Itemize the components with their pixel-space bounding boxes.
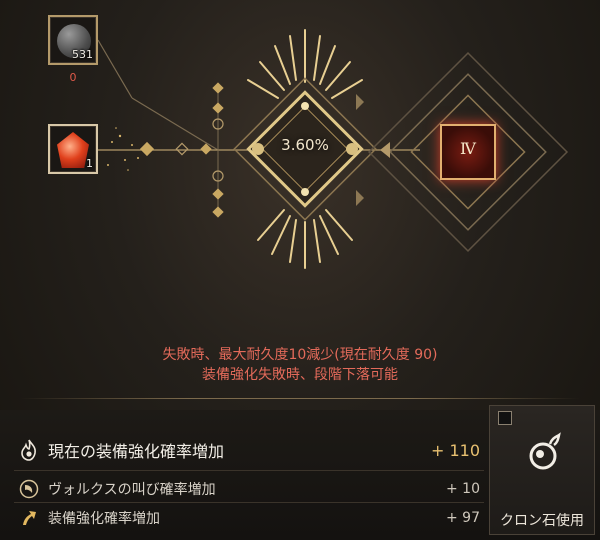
red-crystal-count: 1	[86, 157, 93, 170]
bonus-valks-label: ヴォルクスの叫び確率増加	[48, 482, 216, 498]
divider	[20, 398, 580, 399]
cron-stone-icon	[526, 432, 562, 472]
bonus-enhance-value: + 97	[446, 510, 480, 526]
flame-icon	[18, 439, 40, 461]
divider	[14, 470, 484, 471]
bonus-main-value: + 110	[430, 440, 480, 460]
black-stone-count: 531	[72, 48, 93, 61]
stone-requirement: 0	[69, 71, 77, 84]
bonus-row-enhance: 装備強化確率増加 + 97	[18, 506, 480, 530]
cron-stone-button[interactable]: クロン石使用	[489, 405, 595, 535]
bonus-row-main: 現在の装備強化確率増加 + 110	[18, 437, 480, 463]
divider	[14, 502, 484, 503]
downgrade-warning: 装備強化失敗時、段階下落可能	[202, 367, 398, 383]
enhance-target-tier[interactable]: Ⅳ	[440, 124, 496, 180]
valks-cry-icon	[18, 478, 40, 500]
durability-warning: 失敗時、最大耐久度10減少(現在耐久度 90)	[162, 347, 438, 363]
bonus-row-valks: ヴォルクスの叫び確率増加 + 10	[18, 477, 480, 501]
black-stone-slot[interactable]: 531	[48, 15, 98, 65]
tier-label: Ⅳ	[460, 139, 476, 158]
bonus-enhance-label: 装備強化確率増加	[48, 511, 160, 527]
bonus-valks-value: + 10	[446, 481, 480, 497]
enhancement-stage: 531 0 1 3.60% Ⅳ 失敗時、最大耐久度10減少(現在耐久度 90) …	[0, 0, 600, 410]
cron-label: クロン石使用	[500, 513, 584, 529]
enhance-chance: 3.60%	[281, 136, 329, 154]
red-crystal-icon	[57, 132, 89, 168]
up-arrow-icon	[18, 507, 40, 529]
red-crystal-slot[interactable]: 1	[48, 124, 98, 174]
bonus-main-label: 現在の装備強化確率増加	[48, 442, 225, 461]
cron-checkbox[interactable]	[498, 411, 512, 425]
